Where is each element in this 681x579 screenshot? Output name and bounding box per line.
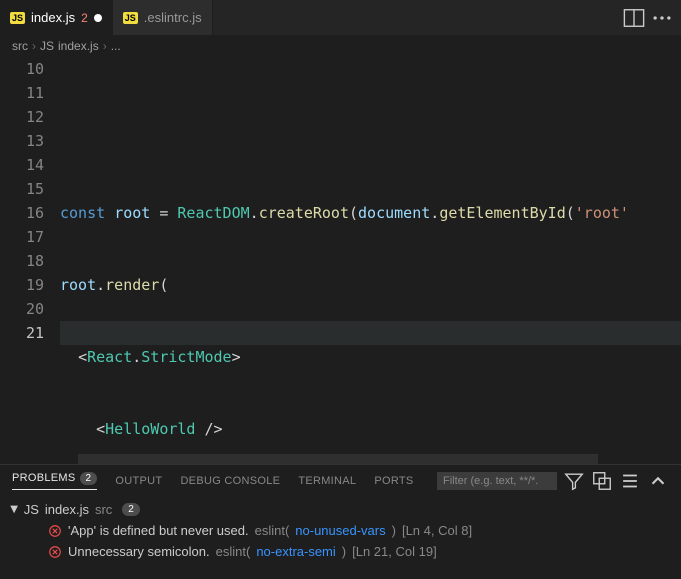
code-editor[interactable]: 10 11 12 13 14 15 16 17 18 19 20 21 cons… [0, 57, 681, 452]
line-number: 19 [0, 273, 44, 297]
problem-location: [Ln 4, Col 8] [402, 523, 472, 538]
problem-location: [Ln 21, Col 19] [352, 544, 437, 559]
code-content[interactable]: const root = ReactDOM.createRoot(documen… [60, 57, 681, 452]
line-number: 17 [0, 225, 44, 249]
code-line: <React.StrictMode> [60, 345, 681, 369]
line-number: 14 [0, 153, 44, 177]
line-number: 21 [0, 321, 44, 345]
tab-label: index.js [31, 10, 75, 25]
tab-terminal[interactable]: Terminal [298, 475, 356, 487]
line-number: 18 [0, 249, 44, 273]
code-line [60, 129, 681, 153]
error-count: 2 [81, 11, 88, 25]
line-number: 15 [0, 177, 44, 201]
error-icon [48, 524, 62, 538]
line-number: 10 [0, 57, 44, 81]
panel-tabs: Problems2 Output Debug Console Terminal … [0, 465, 681, 497]
dirty-dot-icon [94, 14, 102, 22]
problems-filter-input[interactable] [437, 472, 557, 490]
chevron-right-icon: › [32, 39, 36, 53]
line-number: 12 [0, 105, 44, 129]
error-icon [48, 545, 62, 559]
breadcrumb[interactable]: src › JS index.js › ... [0, 35, 681, 57]
tab-problems[interactable]: Problems2 [12, 472, 97, 490]
code-line: const root = ReactDOM.createRoot(documen… [60, 201, 681, 225]
tab-output[interactable]: Output [115, 475, 162, 487]
breadcrumb-tail[interactable]: ... [111, 39, 121, 53]
problem-message: 'App' is defined but never used. [68, 523, 249, 538]
chevron-right-icon: › [103, 39, 107, 53]
view-as-list-icon[interactable] [619, 470, 641, 492]
tab-ports[interactable]: Ports [374, 475, 413, 487]
js-icon: JS [24, 502, 39, 517]
line-number: 20 [0, 297, 44, 321]
tab-debug-console[interactable]: Debug Console [180, 475, 280, 487]
problem-item[interactable]: Unnecessary semicolon. eslint( no-extra-s… [10, 541, 671, 562]
tab-eslintrc-js[interactable]: JS .eslintrc.js [113, 0, 213, 35]
chevron-up-icon[interactable] [647, 470, 669, 492]
problem-file-name: index.js [45, 502, 89, 517]
problem-file-row[interactable]: ▶ JS index.js src 2 [10, 499, 671, 520]
filter-icon[interactable] [563, 470, 585, 492]
breadcrumb-file[interactable]: JS index.js [40, 39, 99, 53]
horizontal-scrollbar[interactable] [78, 454, 598, 464]
breadcrumb-file-label: index.js [58, 39, 99, 53]
line-number: 16 [0, 201, 44, 225]
problem-source: eslint( [255, 523, 290, 538]
problem-message: Unnecessary semicolon. [68, 544, 210, 559]
more-actions-icon[interactable] [651, 7, 673, 29]
current-line-highlight [60, 321, 681, 345]
tab-index-js[interactable]: JS index.js 2 [0, 0, 113, 35]
line-number: 11 [0, 81, 44, 105]
code-line: root.render( [60, 273, 681, 297]
code-line: <HelloWorld /> [60, 417, 681, 441]
problems-badge: 2 [80, 472, 98, 485]
line-gutter: 10 11 12 13 14 15 16 17 18 19 20 21 [0, 57, 60, 452]
line-number: 13 [0, 129, 44, 153]
problem-item[interactable]: 'App' is defined but never used. eslint(… [10, 520, 671, 541]
file-problem-count: 2 [122, 503, 140, 516]
breadcrumb-folder[interactable]: src [12, 39, 28, 53]
problem-rule-link[interactable]: no-unused-vars [295, 523, 385, 538]
bottom-panel: Problems2 Output Debug Console Terminal … [0, 464, 681, 579]
editor-tabs: JS index.js 2 JS .eslintrc.js [0, 0, 681, 35]
problem-rule-link[interactable]: no-extra-semi [256, 544, 335, 559]
js-icon: JS [123, 12, 138, 24]
problem-file-folder: src [95, 502, 112, 517]
tab-label: .eslintrc.js [144, 10, 202, 25]
collapse-all-icon[interactable] [591, 470, 613, 492]
js-icon: JS [10, 12, 25, 24]
split-editor-icon[interactable] [623, 7, 645, 29]
problems-list: ▶ JS index.js src 2 'App' is defined but… [0, 497, 681, 564]
js-icon: JS [40, 39, 54, 53]
problem-source: eslint( [216, 544, 251, 559]
chevron-down-icon[interactable]: ▶ [8, 506, 19, 514]
